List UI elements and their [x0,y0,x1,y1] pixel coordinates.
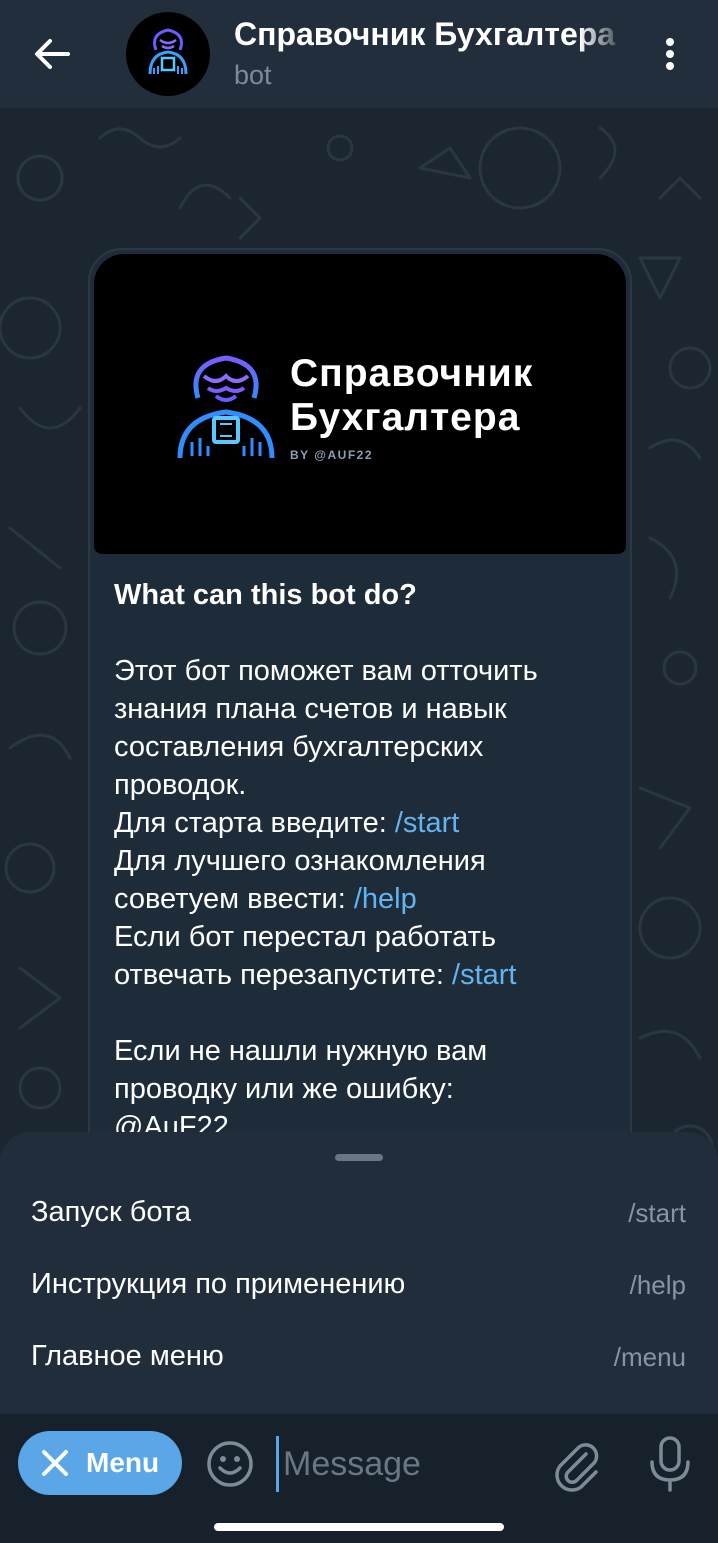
bot-commands-sheet: Запуск бота /start Инструкция по примене… [0,1132,718,1414]
start-instruction-text: Для старта введите: [114,807,395,839]
microphone-icon [650,1436,690,1492]
back-button[interactable] [22,26,82,82]
command-code: /start [628,1198,686,1228]
restart-instruction-text: отвечать перезапустите: [114,959,453,991]
brain-robot-logo-icon [177,355,275,459]
description-line: Этот бот поможет вам отточить [114,655,538,687]
arrow-left-icon [35,39,70,69]
bot-description: What can this bot do? Этот бот поможет в… [114,576,614,1146]
home-gesture-bar[interactable] [214,1523,504,1531]
help-command-link[interactable]: /help [354,883,417,915]
system-navigation-bar [0,1514,718,1543]
cover-title-line1: Справочник [290,352,534,395]
emoji-button[interactable] [204,1438,256,1490]
description-heading: What can this bot do? [114,579,417,611]
menu-button[interactable]: Menu [18,1431,182,1495]
voice-record-button[interactable] [642,1434,698,1494]
description-line: знания плана счетов и навык [114,693,507,725]
description-line: Если бот перестал работать [114,921,496,953]
description-line: Если не нашли нужную вам [114,1035,488,1067]
message-input-bar: Menu [0,1414,718,1514]
restart-instruction: отвечать перезапустите: /start [114,956,614,994]
emoji-icon [207,1441,253,1487]
brain-robot-icon [148,28,188,75]
bot-cover-image[interactable]: Справочник Бухгалтера BY @AUF22 [94,254,626,554]
sheet-drag-handle[interactable] [335,1154,383,1161]
command-code: /menu [613,1342,686,1372]
more-vertical-icon [666,38,674,70]
bot-avatar[interactable] [126,12,210,96]
description-line: составления бухгалтерских [114,731,484,763]
message-input[interactable] [276,1436,533,1492]
command-label: Запуск бота [31,1196,191,1228]
bot-info-message: Справочник Бухгалтера BY @AUF22 What can… [88,248,632,1252]
chat-header: Справочник Бухгалтера bot [0,0,718,108]
more-button[interactable] [646,30,694,78]
command-item-help[interactable]: Инструкция по применению /help [0,1250,718,1322]
start-instruction: Для старта введите: /start [114,804,614,842]
restart-command-link[interactable]: /start [452,959,516,991]
command-label: Главное меню [31,1340,224,1372]
help-instruction-text: советуем ввести: [114,883,354,915]
command-item-menu[interactable]: Главное меню /menu [0,1322,718,1394]
command-label: Инструкция по применению [31,1268,406,1300]
paperclip-icon [555,1443,599,1492]
menu-button-label: Menu [86,1447,160,1478]
description-line: Для лучшего ознакомления [114,845,486,877]
chat-subtitle: bot [234,60,272,90]
command-code: /help [629,1270,686,1300]
cover-title-line2: Бухгалтера [290,396,521,439]
attach-button[interactable] [548,1436,604,1492]
start-command-link[interactable]: /start [395,807,459,839]
close-icon [42,1450,68,1476]
command-item-start[interactable]: Запуск бота /start [0,1178,718,1250]
description-line: проводку или же ошибку: [114,1073,454,1105]
telegram-chat-screen: Справочник Бухгалтера bot Справочник Бух… [0,0,718,1543]
description-line: проводок. [114,769,247,801]
help-instruction: советуем ввести: /help [114,880,614,918]
cover-byline: BY @AUF22 [290,448,373,462]
chat-title[interactable]: Справочник Бухгалтера [234,16,626,53]
